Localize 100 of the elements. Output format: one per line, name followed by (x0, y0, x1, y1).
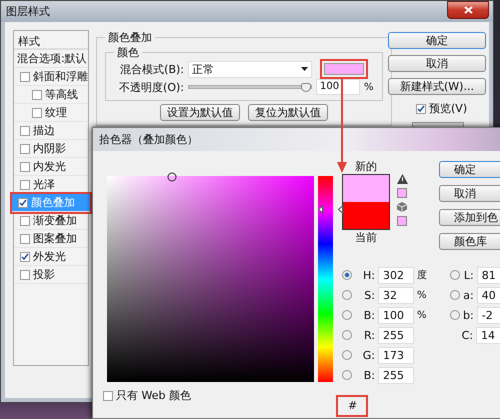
field-label: a: (463, 288, 474, 302)
new-label: 新的 (354, 159, 378, 174)
radio-button[interactable] (450, 310, 460, 320)
dialog-button[interactable]: 确定 (388, 32, 486, 49)
opacity-field[interactable]: 100 (316, 79, 360, 95)
unit-label: % (417, 310, 427, 320)
window-title: 图层样式 (6, 4, 50, 19)
checkbox[interactable] (20, 234, 30, 244)
field-label: H: (362, 268, 375, 282)
color-swatch[interactable] (324, 63, 364, 75)
picker-button[interactable]: 颜色库 (439, 233, 500, 250)
radio-button[interactable] (342, 310, 352, 320)
list-header: 样式 (14, 31, 88, 50)
radio-button[interactable] (342, 290, 352, 300)
checkbox[interactable] (20, 270, 30, 280)
default-button[interactable]: 设置为默认值 (160, 104, 240, 121)
field-label: L: (463, 268, 474, 282)
dialog-button[interactable]: 取消 (388, 55, 486, 72)
sidebar-item[interactable]: 混合选项:默认 (14, 50, 88, 68)
field-label: C: (460, 328, 474, 342)
group-title: 颜色 (116, 45, 140, 60)
input-field[interactable]: 173 (378, 346, 414, 364)
input-field[interactable]: 100 (378, 306, 414, 324)
item-label: 外发光 (33, 249, 66, 264)
checkbox[interactable] (20, 180, 30, 190)
item-label: 等高线 (45, 87, 78, 102)
hue-slider-handle[interactable] (318, 204, 343, 214)
field-label: B: (362, 308, 375, 322)
picker-button[interactable]: 添加到色 (439, 209, 500, 226)
sidebar-item[interactable]: 内阴影 (14, 140, 88, 158)
item-label: 图案叠加 (33, 231, 77, 246)
input-field[interactable]: -2 (476, 306, 500, 324)
input-field[interactable]: 81 (476, 266, 500, 284)
radio-button[interactable] (342, 350, 352, 360)
hue-strip[interactable] (318, 176, 333, 382)
radio-button[interactable] (342, 270, 352, 280)
input-field[interactable]: 302 (378, 266, 414, 284)
checkbox[interactable] (20, 162, 30, 172)
field-label: 混合模式(B): (119, 62, 184, 76)
item-label: 光泽 (33, 177, 55, 192)
checkbox[interactable] (20, 126, 30, 136)
sidebar-item[interactable]: 斜面和浮雕 (14, 68, 88, 86)
field-label: 不透明度(O): (118, 80, 184, 94)
input-field[interactable]: 255 (378, 366, 414, 384)
sidebar-item[interactable]: 渐变叠加 (14, 212, 88, 230)
radio-button[interactable] (342, 370, 352, 380)
opacity-slider[interactable] (188, 85, 312, 89)
warning-icon (397, 174, 408, 184)
current-color-swatch[interactable] (343, 202, 389, 229)
sidebar-item[interactable]: 等高线 (14, 86, 88, 104)
sidebar-item[interactable]: 描边 (14, 122, 88, 140)
dialog-title: 拾色器（叠加颜色） (93, 128, 500, 151)
slider-thumb[interactable] (301, 83, 311, 92)
radio-button[interactable] (342, 330, 352, 340)
checkbox[interactable] (32, 90, 42, 100)
sidebar-item[interactable]: 投影 (14, 266, 88, 284)
close-icon (464, 6, 472, 14)
checkbox[interactable] (20, 216, 30, 226)
field-label: S: (363, 288, 375, 302)
item-label: 描边 (33, 123, 55, 138)
checkbox-label: 预览(V) (429, 101, 468, 116)
sidebar-item[interactable]: 内发光 (14, 158, 88, 176)
checkbox[interactable] (20, 72, 30, 82)
checkbox[interactable] (20, 252, 30, 262)
item-label: 渐变叠加 (33, 213, 77, 228)
checkbox[interactable] (20, 144, 30, 154)
checkbox[interactable] (416, 104, 426, 114)
color-chip[interactable] (397, 216, 407, 226)
input-field[interactable]: 32 (378, 286, 414, 304)
checkbox[interactable] (103, 390, 113, 400)
input-field[interactable]: 40 (476, 286, 500, 304)
unit-label: 度 (417, 268, 427, 282)
sidebar-item[interactable]: 纹理 (14, 104, 88, 122)
hex-label: # (336, 395, 368, 417)
default-button[interactable]: 复位为默认值 (248, 104, 328, 121)
sidebar-item[interactable]: 外发光 (14, 248, 88, 266)
input-field[interactable]: 255 (378, 326, 414, 344)
input-field[interactable]: 14 (476, 326, 500, 344)
dialog-button[interactable]: 新建样式(W)... (388, 78, 486, 95)
radio-button[interactable] (450, 270, 460, 280)
field-label: R: (362, 328, 375, 342)
item-label: 内发光 (33, 159, 66, 174)
unit-label: % (364, 82, 374, 92)
field-label: G: (362, 348, 375, 362)
checkbox[interactable] (18, 198, 28, 208)
checkbox-label: 只有 Web 颜色 (116, 388, 191, 403)
close-button[interactable] (447, 1, 489, 19)
color-chip[interactable] (397, 188, 407, 198)
picker-button[interactable]: 确定 (439, 161, 500, 178)
item-label: 投影 (33, 267, 55, 282)
sidebar-item[interactable]: 图案叠加 (14, 230, 88, 248)
blend-mode-dropdown[interactable]: 正常 (188, 60, 312, 78)
section-title: 颜色叠加 (107, 30, 153, 45)
unit-label: % (417, 290, 427, 300)
item-label: 斜面和浮雕 (33, 69, 88, 84)
radio-button[interactable] (450, 290, 460, 300)
picker-button[interactable]: 取消 (439, 185, 500, 202)
item-label: 颜色叠加 (31, 195, 75, 210)
checkbox[interactable] (32, 108, 42, 118)
picker-handle-icon[interactable] (167, 172, 177, 182)
